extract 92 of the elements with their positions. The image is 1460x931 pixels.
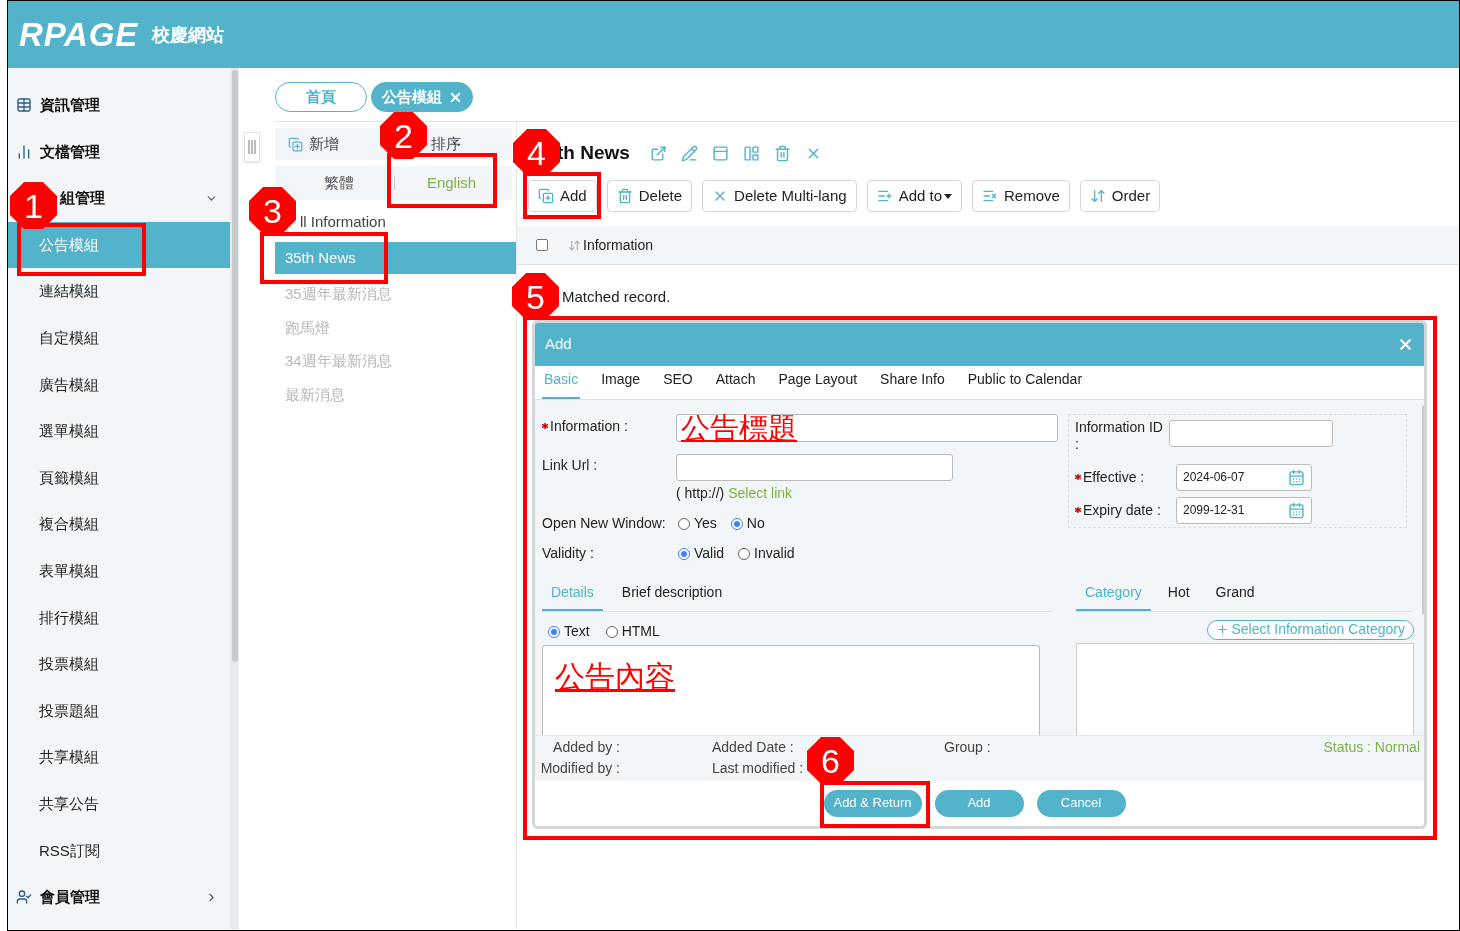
tab[interactable]: Page Layout xyxy=(776,368,860,399)
caret-icon xyxy=(944,193,952,199)
sidebar-item[interactable]: 共享公告 xyxy=(8,780,230,828)
record-info: Last modified : xyxy=(712,759,804,778)
record-info: Group : xyxy=(944,738,991,757)
sidebar-item[interactable]: 頁籤模組 xyxy=(8,454,230,502)
sidebar-item[interactable]: RSS訂閱 xyxy=(8,827,230,875)
information-field[interactable]: 公告標題 xyxy=(676,413,1058,442)
tree-root[interactable]: ll Information xyxy=(299,214,386,232)
panel-toggle-button[interactable] xyxy=(244,132,260,162)
radio-option[interactable]: Invalid xyxy=(738,543,795,564)
select-all-checkbox[interactable] xyxy=(536,239,548,251)
tab[interactable]: Share Info xyxy=(878,368,947,399)
field-label: Information ID : xyxy=(1075,418,1163,453)
language-tab[interactable]: 繁體 xyxy=(323,171,354,195)
record-info: Modified by : xyxy=(540,759,620,778)
radio-option[interactable]: No xyxy=(730,513,765,534)
sidebar-item[interactable]: 排行模組 xyxy=(8,594,230,642)
record-status: Status : Normal xyxy=(1323,738,1420,757)
sidebar-section[interactable]: 組管理 xyxy=(58,175,230,222)
status-message: Matched record. xyxy=(562,287,671,307)
sidebar-section[interactable]: 資訊管理 xyxy=(40,82,230,129)
grip-icon xyxy=(248,140,256,154)
toolbar-button[interactable]: Remove xyxy=(972,180,1070,212)
radio-option[interactable]: Text xyxy=(548,621,590,642)
sidebar-item[interactable]: 選單模組 xyxy=(8,408,230,455)
step-marker: 3 xyxy=(249,187,296,234)
layout-icon[interactable] xyxy=(711,144,729,162)
sidebar-item[interactable]: 投票模組 xyxy=(8,641,230,688)
toolbar-button[interactable]: Delete xyxy=(606,180,693,212)
sidebar-item[interactable]: 投票題組 xyxy=(8,687,230,735)
sidebar-item[interactable]: 廣告模組 xyxy=(8,361,230,409)
list-remove-icon xyxy=(982,188,998,204)
field-label: Open New Window: xyxy=(542,514,667,533)
radio-option[interactable]: HTML xyxy=(605,621,660,642)
sidebar-item[interactable]: 自定模組 xyxy=(8,314,230,362)
sort-icon xyxy=(1089,188,1106,204)
sidebar-item[interactable]: 共享模組 xyxy=(8,734,230,781)
link-url-field[interactable] xyxy=(676,453,953,481)
tab[interactable]: Brief description xyxy=(612,581,732,611)
radio-option[interactable]: Valid xyxy=(678,543,725,564)
tab[interactable]: Grand xyxy=(1206,581,1264,611)
field-label: Validity : xyxy=(542,544,595,563)
table-icon xyxy=(16,97,32,114)
toolbar-button[interactable]: Order xyxy=(1079,180,1161,212)
url-hint: ( http://) xyxy=(676,483,725,503)
step-marker: 5 xyxy=(512,273,559,320)
panel-layout-icon[interactable] xyxy=(742,144,760,162)
sort-icon xyxy=(568,238,581,252)
scrollbar-thumb[interactable] xyxy=(231,70,238,662)
sidebar-section[interactable]: 會員管理 xyxy=(40,874,230,921)
sidebar-item[interactable]: 連結模組 xyxy=(8,268,230,315)
trash-icon xyxy=(616,188,633,204)
edit-icon[interactable] xyxy=(680,144,698,162)
sidebar-item[interactable]: 表單模組 xyxy=(8,547,230,595)
trash-icon[interactable] xyxy=(773,144,791,162)
calendar-icon[interactable] xyxy=(1288,468,1305,486)
add-icon xyxy=(538,188,554,204)
plus-icon xyxy=(1216,623,1230,636)
field-label: Expiry date : xyxy=(1083,500,1161,520)
dialog-title: Add xyxy=(545,333,572,354)
external-link-icon[interactable] xyxy=(649,144,667,162)
field-label: Effective : xyxy=(1083,467,1145,487)
record-info: Added Date : xyxy=(712,738,794,757)
add-icon xyxy=(287,136,303,152)
tab[interactable]: Public to Calendar xyxy=(965,368,1085,399)
action-button[interactable]: 新增 xyxy=(287,132,339,156)
user-check-icon xyxy=(16,889,32,906)
date-field[interactable]: 2099-12-31 xyxy=(1176,496,1312,524)
tab[interactable]: Image xyxy=(599,368,643,399)
calendar-icon[interactable] xyxy=(1288,501,1305,519)
tab[interactable]: Hot xyxy=(1158,581,1199,611)
field-label: Information : xyxy=(550,416,628,436)
toolbar-button[interactable]: Add to xyxy=(866,180,962,212)
content-editor[interactable]: 公告內容 xyxy=(542,644,1040,735)
action-button[interactable]: 排序 xyxy=(430,132,461,156)
sidebar-item[interactable]: 複合模組 xyxy=(8,501,230,548)
information-id-field[interactable] xyxy=(1169,419,1333,447)
column-header[interactable]: Information xyxy=(568,234,654,256)
toolbar-button[interactable]: Add xyxy=(528,180,597,212)
date-field[interactable]: 2024-06-07 xyxy=(1176,463,1312,491)
list-plus-icon xyxy=(876,188,893,204)
site-name: 校慶網站 xyxy=(152,24,225,47)
sidebar-section[interactable]: 文檔管理 xyxy=(40,128,230,176)
tab[interactable]: Attach xyxy=(713,368,758,399)
record-info: Added by : xyxy=(553,738,620,757)
step-marker: 2 xyxy=(380,112,427,159)
tab[interactable]: SEO xyxy=(661,368,695,399)
toolbar-button[interactable]: Delete Multi-lang xyxy=(702,180,857,212)
radio-option[interactable]: Yes xyxy=(678,513,717,534)
bar-chart-icon xyxy=(16,143,32,160)
field-label: Link Url : xyxy=(542,455,599,475)
